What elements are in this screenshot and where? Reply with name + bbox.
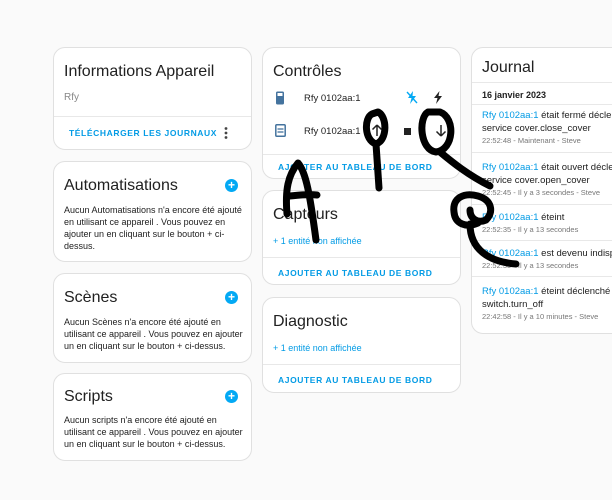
logbook-date: 16 janvier 2023 bbox=[482, 90, 547, 100]
sensors-card: Capteurs + 1 entité non affichée AJOUTER… bbox=[262, 190, 461, 285]
flash-icon[interactable] bbox=[433, 91, 443, 109]
log-entry: Rfy 0102aa:1 était fermé déclenché par l… bbox=[482, 109, 612, 146]
divider bbox=[54, 116, 251, 117]
scripts-empty-text: Aucun scripts n'a encore été ajouté en u… bbox=[64, 415, 243, 449]
log-meta: 22:52:35 - Il y a 13 secondes bbox=[482, 261, 579, 270]
diagnostic-title: Diagnostic bbox=[273, 313, 348, 330]
log-message-line2: service cover.open_cover bbox=[482, 175, 590, 186]
log-entity-link[interactable]: Rfy 0102aa:1 bbox=[482, 110, 539, 121]
log-entity-link[interactable]: Rfy 0102aa:1 bbox=[482, 162, 539, 173]
log-entry: Rfy 0102aa:1 était ouvert déclenché par … bbox=[482, 161, 612, 198]
add-scene-button[interactable]: + bbox=[225, 291, 238, 304]
log-meta: 22:52:35 - Il y a 13 secondes bbox=[482, 225, 579, 234]
flash-off-icon[interactable] bbox=[406, 91, 418, 109]
automations-card: Automatisations + Aucun Automatisations … bbox=[53, 161, 252, 262]
automations-title: Automatisations bbox=[64, 177, 178, 194]
log-message: est devenu indisponible bbox=[541, 248, 612, 259]
stop-icon[interactable] bbox=[404, 128, 411, 135]
divider bbox=[472, 276, 612, 277]
arrow-down-icon[interactable] bbox=[435, 124, 447, 142]
log-entry: Rfy 0102aa:1 éteint 22:52:35 - Il y a 13… bbox=[482, 211, 612, 235]
log-entity-link[interactable]: Rfy 0102aa:1 bbox=[482, 286, 539, 297]
entity-name[interactable]: Rfy 0102aa:1 bbox=[304, 93, 361, 104]
scenes-title: Scènes bbox=[64, 289, 118, 306]
log-meta: 22:42:58 - Il y a 10 minutes - Steve bbox=[482, 312, 599, 321]
entity-name[interactable]: Rfy 0102aa:1 bbox=[304, 126, 361, 137]
divider bbox=[472, 152, 612, 153]
arrow-up-icon[interactable] bbox=[371, 124, 383, 142]
download-logs-button[interactable]: TÉLÉCHARGER LES JOURNAUX bbox=[69, 128, 217, 138]
divider bbox=[472, 82, 612, 83]
automations-empty-text: Aucun Automatisations n'a encore été ajo… bbox=[64, 205, 242, 251]
divider bbox=[263, 257, 460, 258]
window-shutter-icon bbox=[275, 124, 286, 142]
diagnostic-card: Diagnostic + 1 entité non affichée AJOUT… bbox=[262, 297, 461, 393]
scripts-card: Scripts + Aucun scripts n'a encore été a… bbox=[53, 373, 252, 461]
divider bbox=[472, 240, 612, 241]
add-automation-button[interactable]: + bbox=[225, 179, 238, 192]
log-message-line2: switch.turn_off bbox=[482, 299, 544, 310]
divider bbox=[263, 154, 460, 155]
controls-title: Contrôles bbox=[273, 63, 342, 80]
sensors-title: Capteurs bbox=[273, 206, 338, 223]
log-meta: 22:52:45 - Il y a 3 secondes - Steve bbox=[482, 188, 600, 197]
hidden-entities-link[interactable]: + 1 entité non affichée bbox=[273, 343, 362, 353]
scenes-card: Scènes + Aucun Scènes n'a encore été ajo… bbox=[53, 273, 252, 363]
hidden-entities-link[interactable]: + 1 entité non affichée bbox=[273, 236, 362, 246]
log-entry: Rfy 0102aa:1 est devenu indisponible 22:… bbox=[482, 247, 612, 271]
divider bbox=[472, 204, 612, 205]
log-message: était ouvert déclenché par le bbox=[541, 162, 612, 173]
device-info-subtitle: Rfy bbox=[64, 92, 79, 103]
logbook-card: Journal 16 janvier 2023 Rfy 0102aa:1 éta… bbox=[471, 47, 612, 334]
log-entity-link[interactable]: Rfy 0102aa:1 bbox=[482, 248, 539, 259]
log-meta: 22:52:48 - Maintenant - Steve bbox=[482, 136, 581, 145]
add-to-dashboard-button[interactable]: AJOUTER AU TABLEAU DE BORD bbox=[278, 162, 432, 172]
log-message: éteint bbox=[538, 212, 565, 223]
scenes-empty-text: Aucun Scènes n'a encore été ajouté en ut… bbox=[64, 317, 243, 351]
log-entity-link[interactable]: Rfy 0102aa:1 bbox=[482, 212, 539, 223]
dots-vertical-icon[interactable] bbox=[221, 126, 231, 140]
device-info-card: Informations Appareil Rfy TÉLÉCHARGER LE… bbox=[53, 47, 252, 150]
scripts-title: Scripts bbox=[64, 388, 113, 405]
add-script-button[interactable]: + bbox=[225, 390, 238, 403]
logbook-title: Journal bbox=[482, 59, 535, 76]
log-message: était fermé déclenché par le service cov… bbox=[541, 110, 612, 121]
add-to-dashboard-button[interactable]: AJOUTER AU TABLEAU DE BORD bbox=[278, 268, 432, 278]
log-message-line2: service cover.close_cover bbox=[482, 123, 591, 134]
divider bbox=[472, 104, 612, 105]
divider bbox=[263, 364, 460, 365]
device-info-title: Informations Appareil bbox=[64, 63, 215, 80]
log-entry: Rfy 0102aa:1 éteint déclenché par le ser… bbox=[482, 285, 612, 322]
log-message: éteint déclenché par le service bbox=[541, 286, 612, 297]
remote-icon bbox=[275, 91, 285, 110]
add-to-dashboard-button[interactable]: AJOUTER AU TABLEAU DE BORD bbox=[278, 375, 432, 385]
controls-card: Contrôles Rfy 0102aa:1 Rfy 0102aa:1 AJOU… bbox=[262, 47, 461, 179]
